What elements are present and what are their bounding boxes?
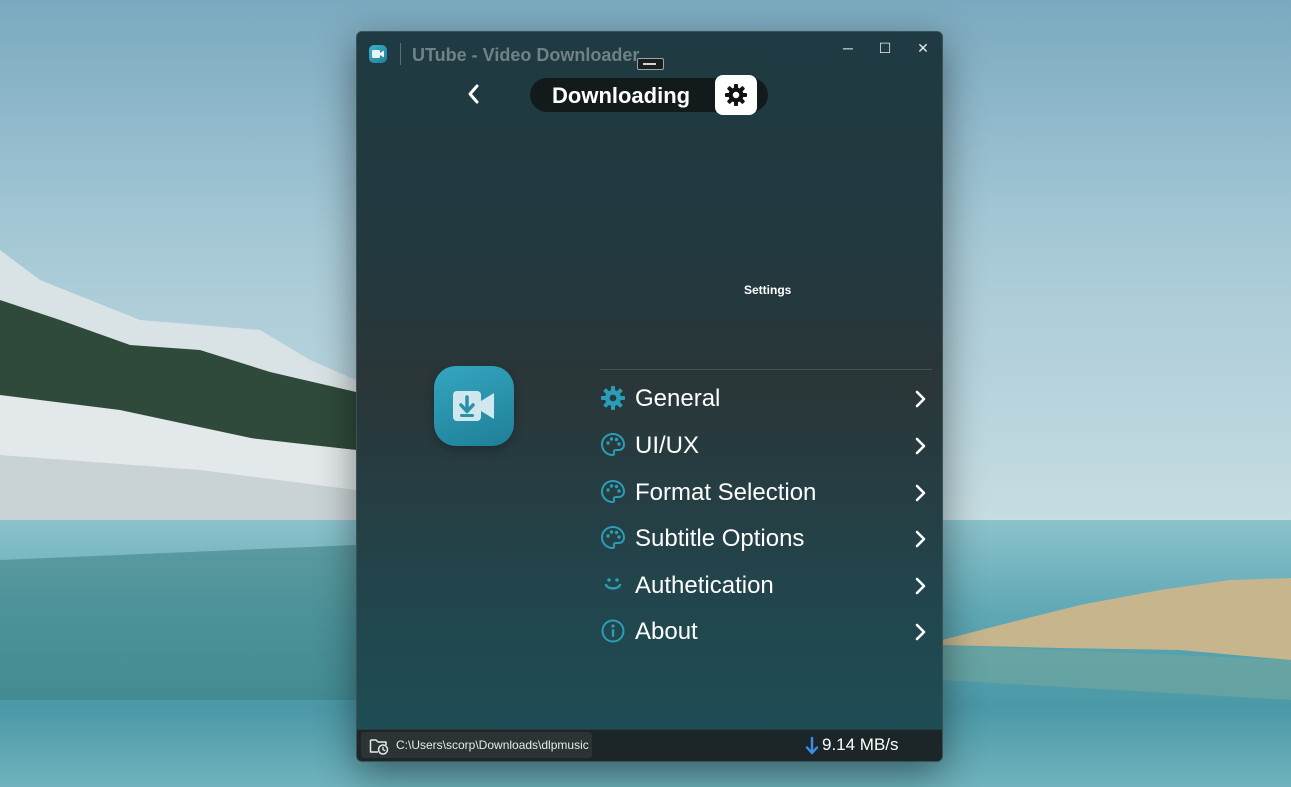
menu-item-label: General	[635, 385, 721, 412]
close-button[interactable]: ✕	[904, 36, 942, 60]
window-title: UTube - Video Downloader	[412, 45, 640, 65]
gear-icon	[725, 84, 747, 106]
app-window: UTube - Video Downloader ─ ☐ ✕ Downloadi…	[356, 31, 943, 762]
settings-button[interactable]	[715, 75, 757, 115]
menu-item-about[interactable]: About	[600, 609, 935, 653]
header-pill: Downloading	[530, 75, 768, 115]
menu-item-label: Format Selection	[635, 479, 817, 506]
minimize-button[interactable]: ─	[829, 36, 867, 60]
folder-clock-icon	[369, 739, 389, 755]
menu-item-label: About	[635, 618, 698, 645]
download-path-text: C:\Users\scorp\Downloads\dlpmusic	[396, 738, 589, 752]
maximize-button[interactable]: ☐	[866, 36, 904, 60]
palette-icon	[600, 432, 626, 457]
chevron-left-icon	[468, 84, 479, 104]
menu-divider	[600, 369, 932, 370]
palette-icon	[600, 525, 626, 550]
menu-item-label: Subtitle Options	[635, 525, 805, 552]
smile-icon	[604, 578, 622, 590]
header-title: Downloading	[552, 83, 691, 108]
menu-item-uiux[interactable]: UI/UX	[600, 423, 935, 467]
back-button[interactable]	[461, 81, 487, 107]
palette-icon	[600, 479, 626, 504]
download-path-button[interactable]: C:\Users\scorp\Downloads\dlpmusic	[361, 732, 592, 758]
chevron-right-icon	[915, 577, 926, 595]
menu-item-format-selection[interactable]: Format Selection	[600, 470, 935, 514]
download-speed-text: 9.14 MB/s	[822, 735, 899, 754]
status-bar: C:\Users\scorp\Downloads\dlpmusic 9.14 M…	[357, 729, 942, 761]
chevron-right-icon	[915, 484, 926, 502]
video-download-icon	[453, 391, 494, 421]
arrow-down-icon	[805, 736, 819, 755]
settings-caption: Settings	[744, 283, 792, 297]
menu-item-general[interactable]: General	[600, 376, 935, 420]
title-divider	[400, 43, 401, 65]
chevron-right-icon	[915, 530, 926, 548]
tooltip-indicator	[637, 58, 664, 70]
chevron-right-icon	[915, 390, 926, 408]
menu-item-authentication[interactable]: Authetication	[600, 563, 935, 607]
info-icon	[601, 619, 625, 643]
app-large-logo	[434, 366, 514, 446]
menu-item-label: Authetication	[635, 572, 774, 599]
gear-icon	[601, 386, 625, 410]
menu-item-subtitle-options[interactable]: Subtitle Options	[600, 516, 935, 560]
menu-item-label: UI/UX	[635, 432, 700, 459]
app-logo-icon	[369, 45, 387, 63]
title-bar[interactable]: UTube - Video Downloader ─ ☐ ✕	[357, 32, 942, 72]
chevron-right-icon	[915, 437, 926, 455]
chevron-right-icon	[915, 623, 926, 641]
